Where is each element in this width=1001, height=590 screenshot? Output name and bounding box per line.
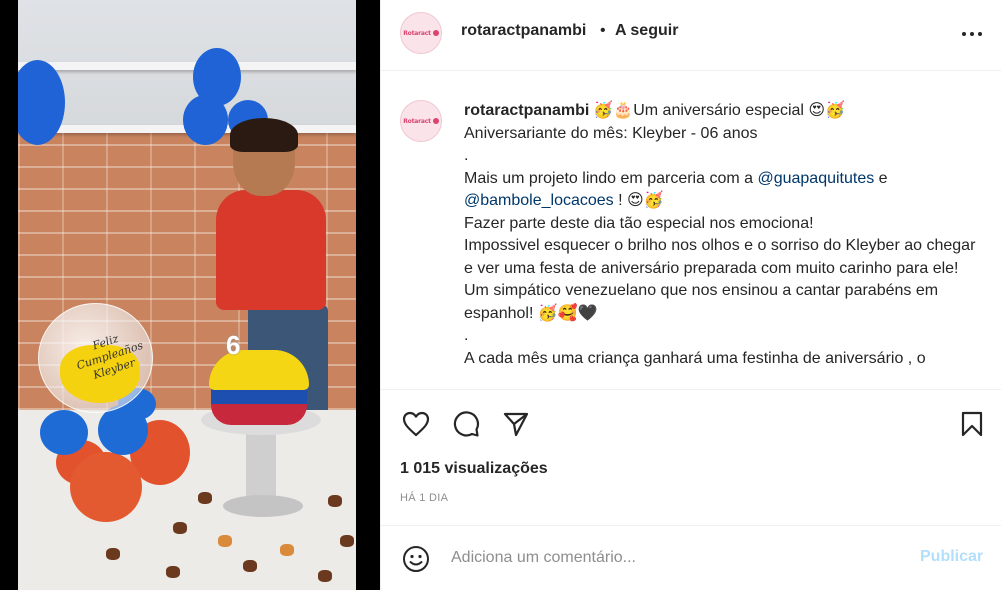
header-username[interactable]: rotaractpanambi: [461, 22, 586, 40]
wall-shelf: [18, 62, 356, 70]
sweet: [280, 544, 294, 556]
cake-stand-base: [223, 495, 303, 517]
sweet: [340, 535, 354, 547]
caption-scroll-area[interactable]: Rotaract rotaractpanambi 🥳🎂Um aniversário…: [381, 71, 1001, 389]
avatar-logo: Rotaract: [403, 117, 431, 125]
caption-line: A cada mês uma criança ganhará uma festi…: [464, 349, 926, 367]
post-header: Rotaract rotaractpanambi • A seguir: [381, 0, 1001, 71]
caption-line: Mais um projeto lindo em parceria com a: [464, 169, 758, 187]
mention-link[interactable]: @bambole_locacoes: [464, 192, 614, 209]
orange-balloon: [70, 452, 142, 522]
rotary-wheel-icon: [432, 30, 439, 36]
caption-username[interactable]: rotaractpanambi: [464, 102, 589, 119]
kid-hair: [230, 118, 298, 152]
blue-balloon: [183, 95, 228, 145]
caption-line: ! 😍🥳: [613, 192, 664, 209]
avatar[interactable]: Rotaract: [400, 12, 442, 54]
paper-plane-icon[interactable]: [498, 406, 534, 442]
cake-layer-yellow: [209, 350, 309, 390]
following-button[interactable]: A seguir: [615, 22, 678, 40]
comment-input[interactable]: [451, 545, 901, 571]
caption-line: .: [464, 327, 469, 344]
comment-bar: Publicar: [381, 527, 1001, 590]
sweet: [173, 522, 187, 534]
caption-line: Um simpático venezuelano que nos ensinou…: [464, 282, 939, 322]
blue-balloon: [40, 410, 88, 455]
sweet: [243, 560, 257, 572]
emoji-icon[interactable]: [398, 541, 434, 577]
post-comment-button[interactable]: Publicar: [920, 548, 983, 566]
sweet: [328, 495, 342, 507]
kid-shirt: [216, 190, 326, 310]
post-video[interactable]: 6 Feliz Cumpleaños Kleyber: [18, 0, 356, 590]
rotary-wheel-icon: [432, 118, 439, 124]
media-pane: 6 Feliz Cumpleaños Kleyber: [0, 0, 380, 590]
sweet: [166, 566, 180, 578]
action-bar: 1 015 visualizações HÁ 1 DIA: [381, 389, 1001, 526]
mention-link[interactable]: @guapaquitutes: [757, 170, 874, 187]
heart-icon[interactable]: [398, 406, 434, 442]
caption-line: Fazer parte deste dia tão especial nos e…: [464, 214, 814, 232]
sweet: [106, 548, 120, 560]
bookmark-icon[interactable]: [954, 406, 990, 442]
header-separator: •: [600, 22, 606, 39]
views-count[interactable]: 1 015 visualizações: [400, 460, 548, 478]
post-caption: rotaractpanambi 🥳🎂Um aniversário especial…: [464, 100, 984, 370]
sweet: [198, 492, 212, 504]
sweet: [318, 570, 332, 582]
caption-line: 🥳🎂Um aniversário especial 😍🥳: [593, 102, 845, 119]
caption-line: Impossivel esquecer o brilho nos olhos e…: [464, 237, 976, 277]
more-options-icon[interactable]: [957, 19, 987, 49]
post-timestamp[interactable]: HÁ 1 DIA: [400, 492, 448, 504]
avatar[interactable]: Rotaract: [400, 100, 442, 142]
caption-line: .: [464, 147, 469, 164]
sweet: [218, 535, 232, 547]
post-side-panel: Rotaract rotaractpanambi • A seguir Rota…: [380, 0, 1001, 590]
comment-icon[interactable]: [448, 406, 484, 442]
caption-line: e: [874, 169, 888, 187]
avatar-logo: Rotaract: [403, 29, 431, 37]
candle-number: 6: [226, 330, 241, 360]
caption-line: Aniversariante do mês: Kleyber - 06 anos: [464, 124, 758, 142]
